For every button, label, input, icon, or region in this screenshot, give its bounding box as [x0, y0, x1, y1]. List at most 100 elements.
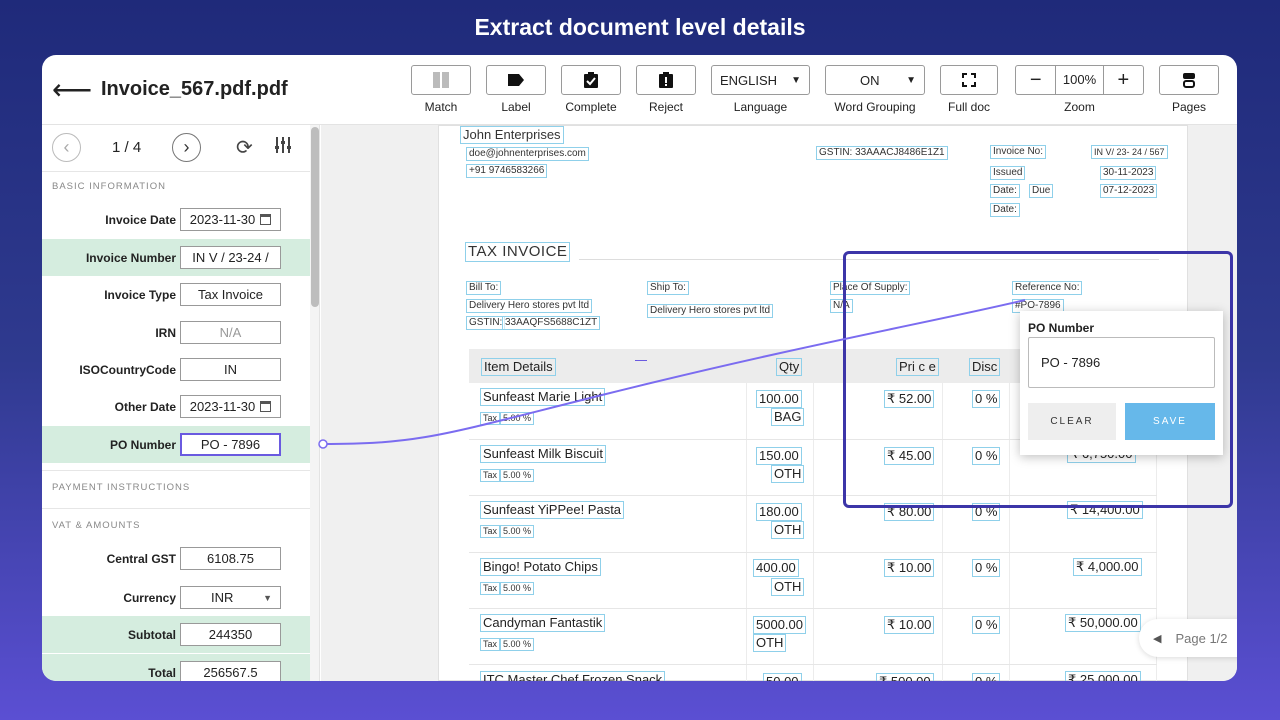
- pages-tool[interactable]: Pages: [1159, 65, 1219, 114]
- item-name[interactable]: ITC Master Chef Frozen Snack: [480, 671, 666, 681]
- item-name[interactable]: Sunfeast Milk Biscuit: [480, 445, 606, 463]
- other-date-input[interactable]: 2023-11-30: [180, 395, 281, 418]
- match-button[interactable]: [411, 65, 471, 95]
- caret-left-icon[interactable]: ◀: [1153, 632, 1161, 645]
- word-grouping-tool[interactable]: ON ▼ Word Grouping: [825, 65, 925, 114]
- doc-tax-invoice[interactable]: TAX INVOICE: [465, 242, 571, 262]
- zoom-in-button[interactable]: +: [1104, 69, 1143, 92]
- tax-label[interactable]: Tax: [480, 412, 501, 425]
- item-qty[interactable]: 400.00: [753, 559, 799, 577]
- doc-invoice-no[interactable]: IN V/ 23- 24 / 567: [1091, 145, 1168, 159]
- item-name[interactable]: Bingo! Potato Chips: [480, 558, 601, 576]
- section-payment-instructions[interactable]: PAYMENT INSTRUCTIONS: [52, 482, 190, 493]
- iso-country-code-input[interactable]: IN: [180, 358, 281, 381]
- language-select[interactable]: ENGLISH ▼: [711, 65, 810, 95]
- doc-due[interactable]: Due: [1029, 184, 1054, 198]
- zoom-out-button[interactable]: −: [1016, 69, 1055, 92]
- doc-bill-gstin[interactable]: 33AAQFS5688C1ZT: [502, 316, 601, 330]
- item-disc[interactable]: 0 %: [972, 559, 1001, 577]
- tax-label[interactable]: Tax: [480, 582, 501, 595]
- doc-invoice-no-label[interactable]: Invoice No:: [990, 145, 1047, 159]
- doc-bill-to[interactable]: Bill To:: [466, 281, 502, 295]
- reject-tool[interactable]: Reject: [636, 65, 696, 114]
- refresh-icon[interactable]: ⟳: [236, 135, 253, 160]
- arrow-left-icon[interactable]: ⟵: [52, 73, 92, 106]
- total-input[interactable]: 256567.5: [180, 661, 281, 681]
- doc-phone[interactable]: +91 9746583266: [466, 164, 548, 178]
- doc-date-label-2[interactable]: Date:: [990, 203, 1020, 217]
- invoice-date-input[interactable]: 2023-11-30: [180, 208, 281, 231]
- match-tool[interactable]: Match: [411, 65, 471, 114]
- save-button[interactable]: SAVE: [1125, 403, 1215, 440]
- item-qty[interactable]: 5000.00: [753, 616, 806, 634]
- item-qty[interactable]: 100.00: [756, 390, 802, 408]
- currency-select[interactable]: INR ▼: [180, 586, 281, 609]
- th-qty[interactable]: Qty: [776, 358, 803, 376]
- pages-button[interactable]: [1159, 65, 1219, 95]
- doc-issued-date[interactable]: 30-11-2023: [1100, 166, 1157, 180]
- doc-ship-to[interactable]: Ship To:: [647, 281, 689, 295]
- page-indicator-tag[interactable]: ◀ Page 1/2: [1139, 619, 1237, 657]
- item-amount[interactable]: ₹ 50,000.00: [1065, 614, 1141, 632]
- item-unit[interactable]: OTH: [753, 634, 787, 652]
- doc-issued[interactable]: Issued: [990, 166, 1026, 180]
- doc-date-label[interactable]: Date:: [990, 184, 1020, 198]
- sidebar-scroll-thumb[interactable]: [311, 127, 319, 307]
- word-grouping-select[interactable]: ON ▼: [825, 65, 925, 95]
- item-name[interactable]: Sunfeast YiPPee! Pasta: [480, 501, 625, 519]
- invoice-number-input[interactable]: IN V / 23-24 /: [180, 246, 281, 269]
- language-tool[interactable]: ENGLISH ▼ Language: [711, 65, 810, 114]
- reject-button[interactable]: [636, 65, 696, 95]
- tax-rate[interactable]: 5.00 %: [500, 412, 535, 425]
- calendar-icon[interactable]: [260, 401, 272, 412]
- item-unit[interactable]: OTH: [771, 578, 805, 596]
- full-doc-button[interactable]: [940, 65, 998, 95]
- tax-label[interactable]: Tax: [480, 525, 501, 538]
- item-price[interactable]: ₹ 500.00: [876, 673, 934, 681]
- item-price[interactable]: ₹ 10.00: [884, 616, 935, 634]
- label-button[interactable]: [486, 65, 546, 95]
- doc-gstin[interactable]: GSTIN: 33AAACJ8486E1Z1: [816, 146, 948, 160]
- popup-value-input[interactable]: PO - 7896: [1028, 337, 1215, 388]
- subtotal-input[interactable]: 244350: [180, 623, 281, 646]
- tax-rate[interactable]: 5.00 %: [500, 469, 535, 482]
- doc-bill-name[interactable]: Delivery Hero stores pvt ltd: [466, 299, 593, 313]
- item-disc[interactable]: 0 %: [972, 673, 1001, 681]
- tax-rate[interactable]: 5.00 %: [500, 582, 535, 595]
- irn-input[interactable]: N/A: [180, 321, 281, 344]
- clear-button[interactable]: CLEAR: [1028, 403, 1116, 440]
- th-item-details[interactable]: Item Details: [481, 358, 556, 376]
- item-qty[interactable]: 180.00: [756, 503, 802, 521]
- item-qty[interactable]: 50.00: [763, 673, 802, 681]
- item-price[interactable]: ₹ 10.00: [884, 559, 935, 577]
- item-unit[interactable]: OTH: [771, 521, 805, 539]
- doc-company[interactable]: John Enterprises: [460, 126, 564, 144]
- item-amount[interactable]: ₹ 4,000.00: [1073, 558, 1142, 576]
- item-unit[interactable]: OTH: [771, 465, 805, 483]
- item-name[interactable]: Candyman Fantastik: [480, 614, 606, 632]
- central-gst-input[interactable]: 6108.75: [180, 547, 281, 570]
- next-page-button[interactable]: ›: [172, 133, 201, 162]
- invoice-type-input[interactable]: Tax Invoice: [180, 283, 281, 306]
- complete-tool[interactable]: Complete: [561, 65, 621, 114]
- item-disc[interactable]: 0 %: [972, 616, 1001, 634]
- complete-button[interactable]: [561, 65, 621, 95]
- full-doc-tool[interactable]: Full doc: [940, 65, 998, 114]
- prev-page-button[interactable]: ‹: [52, 133, 81, 162]
- po-number-input[interactable]: PO - 7896: [180, 433, 281, 456]
- calendar-icon[interactable]: [260, 214, 272, 225]
- doc-bill-gstin-label[interactable]: GSTIN:: [466, 316, 506, 330]
- item-qty[interactable]: 150.00: [756, 447, 802, 465]
- tax-label[interactable]: Tax: [480, 638, 501, 651]
- item-amount[interactable]: ₹ 25,000.00: [1065, 671, 1141, 681]
- tax-rate[interactable]: 5.00 %: [500, 525, 535, 538]
- item-unit[interactable]: BAG: [771, 408, 805, 426]
- doc-email[interactable]: doe@johnenterprises.com: [466, 147, 589, 161]
- tax-label[interactable]: Tax: [480, 469, 501, 482]
- label-tool[interactable]: Label: [486, 65, 546, 114]
- item-name[interactable]: Sunfeast Marie Light: [480, 388, 606, 406]
- doc-due-date[interactable]: 07-12-2023: [1100, 184, 1158, 198]
- tax-rate[interactable]: 5.00 %: [500, 638, 535, 651]
- sliders-icon[interactable]: [274, 136, 292, 159]
- doc-ship-name[interactable]: Delivery Hero stores pvt ltd: [647, 304, 774, 318]
